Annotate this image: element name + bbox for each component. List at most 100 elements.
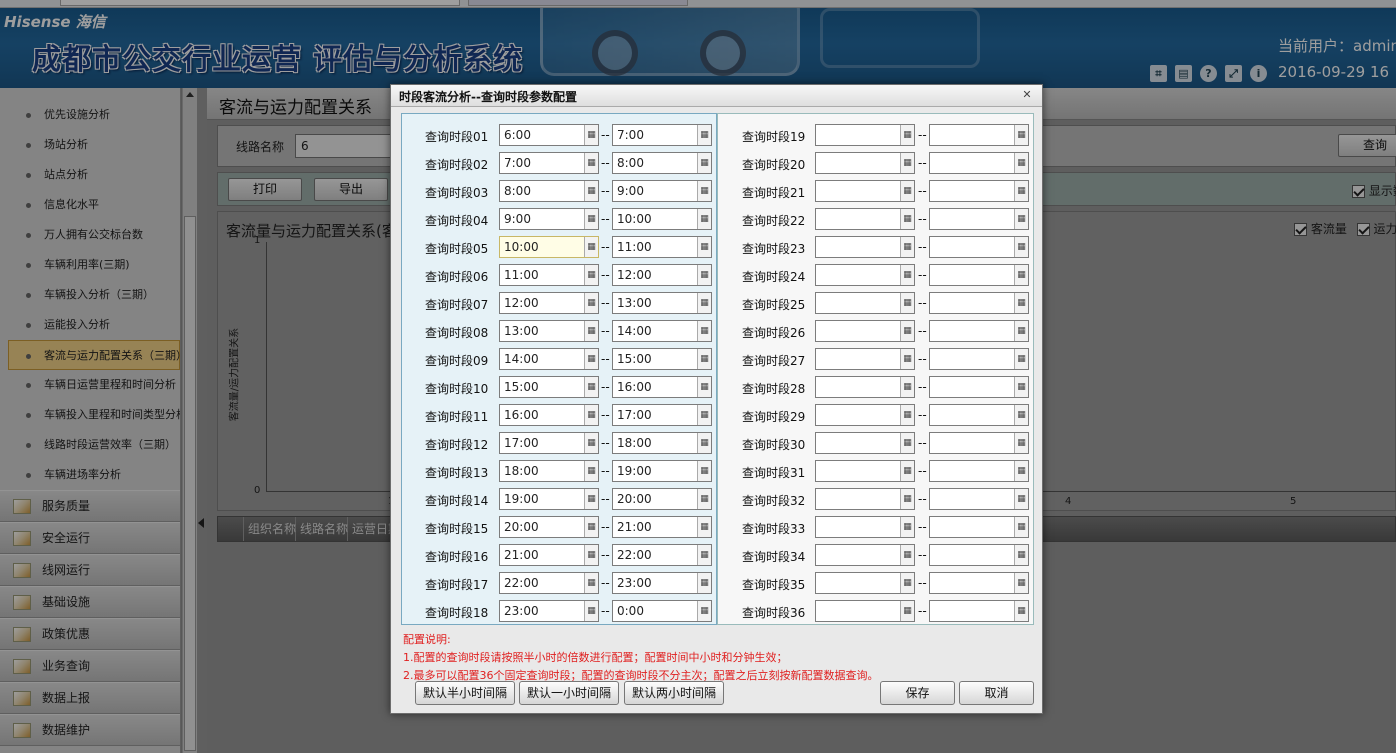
calendar-icon[interactable]: ▦ — [584, 181, 598, 201]
calendar-icon[interactable]: ▦ — [697, 601, 711, 621]
calendar-icon[interactable]: ▦ — [1014, 265, 1028, 285]
range-separator: -- — [601, 352, 610, 366]
calendar-icon[interactable]: ▦ — [1014, 545, 1028, 565]
close-icon[interactable]: ✕ — [1021, 89, 1033, 101]
calendar-icon[interactable]: ▦ — [900, 545, 914, 565]
calendar-icon[interactable]: ▦ — [900, 377, 914, 397]
calendar-icon[interactable]: ▦ — [1014, 209, 1028, 229]
calendar-icon[interactable]: ▦ — [584, 433, 598, 453]
calendar-icon[interactable]: ▦ — [1014, 293, 1028, 313]
calendar-icon[interactable]: ▦ — [584, 377, 598, 397]
period-label: 查询时段33 — [742, 522, 806, 536]
calendar-icon[interactable]: ▦ — [584, 517, 598, 537]
period-row: 查询时段23 ▦ ▦ -- — [718, 236, 1033, 258]
calendar-icon[interactable]: ▦ — [697, 265, 711, 285]
period-row: 查询时段06 11:00 ▦ 12:00 ▦ -- — [402, 264, 716, 286]
calendar-icon[interactable]: ▦ — [900, 433, 914, 453]
calendar-icon[interactable]: ▦ — [900, 517, 914, 537]
calendar-icon[interactable]: ▦ — [900, 349, 914, 369]
calendar-icon[interactable]: ▦ — [697, 517, 711, 537]
calendar-icon[interactable]: ▦ — [584, 265, 598, 285]
period-row: 查询时段01 6:00 ▦ 7:00 ▦ -- — [402, 124, 716, 146]
calendar-icon[interactable]: ▦ — [1014, 405, 1028, 425]
calendar-icon[interactable]: ▦ — [1014, 349, 1028, 369]
range-separator: -- — [918, 324, 927, 338]
calendar-icon[interactable]: ▦ — [697, 349, 711, 369]
calendar-icon[interactable]: ▦ — [1014, 321, 1028, 341]
calendar-icon[interactable]: ▦ — [697, 377, 711, 397]
calendar-icon[interactable]: ▦ — [900, 573, 914, 593]
calendar-icon[interactable]: ▦ — [697, 237, 711, 257]
calendar-icon[interactable]: ▦ — [584, 461, 598, 481]
calendar-icon[interactable]: ▦ — [584, 321, 598, 341]
calendar-icon[interactable]: ▦ — [1014, 461, 1028, 481]
dialog-titlebar[interactable]: 时段客流分析--查询时段参数配置 ✕ — [391, 85, 1042, 107]
calendar-icon[interactable]: ▦ — [697, 573, 711, 593]
calendar-icon[interactable]: ▦ — [697, 545, 711, 565]
calendar-icon[interactable]: ▦ — [697, 405, 711, 425]
period-row: 查询时段09 14:00 ▦ 15:00 ▦ -- — [402, 348, 716, 370]
calendar-icon[interactable]: ▦ — [584, 601, 598, 621]
range-separator: -- — [601, 380, 610, 394]
default-half-hour-button[interactable]: 默认半小时间隔 — [415, 681, 515, 705]
calendar-icon[interactable]: ▦ — [1014, 517, 1028, 537]
calendar-icon[interactable]: ▦ — [1014, 125, 1028, 145]
calendar-icon[interactable]: ▦ — [900, 461, 914, 481]
cancel-button[interactable]: 取消 — [959, 681, 1034, 705]
calendar-icon[interactable]: ▦ — [697, 433, 711, 453]
calendar-icon[interactable]: ▦ — [697, 293, 711, 313]
calendar-icon[interactable]: ▦ — [900, 209, 914, 229]
save-button[interactable]: 保存 — [880, 681, 955, 705]
period-label: 查询时段32 — [742, 494, 806, 508]
period-label: 查询时段31 — [742, 466, 806, 480]
calendar-icon[interactable]: ▦ — [900, 125, 914, 145]
calendar-icon[interactable]: ▦ — [1014, 377, 1028, 397]
calendar-icon[interactable]: ▦ — [900, 237, 914, 257]
calendar-icon[interactable]: ▦ — [584, 545, 598, 565]
calendar-icon[interactable]: ▦ — [584, 237, 598, 257]
period-row: 查询时段18 23:00 ▦ 0:00 ▦ -- — [402, 600, 716, 622]
note-line: 1.配置的查询时段请按照半小时的倍数进行配置；配置时间中小时和分钟生效； — [403, 651, 788, 664]
calendar-icon[interactable]: ▦ — [900, 181, 914, 201]
calendar-icon[interactable]: ▦ — [697, 461, 711, 481]
range-separator: -- — [918, 156, 927, 170]
calendar-icon[interactable]: ▦ — [584, 349, 598, 369]
calendar-icon[interactable]: ▦ — [1014, 153, 1028, 173]
range-separator: -- — [601, 324, 610, 338]
calendar-icon[interactable]: ▦ — [900, 265, 914, 285]
calendar-icon[interactable]: ▦ — [584, 153, 598, 173]
calendar-icon[interactable]: ▦ — [1014, 601, 1028, 621]
period-label: 查询时段11 — [425, 410, 489, 424]
calendar-icon[interactable]: ▦ — [1014, 489, 1028, 509]
calendar-icon[interactable]: ▦ — [584, 293, 598, 313]
period-row: 查询时段21 ▦ ▦ -- — [718, 180, 1033, 202]
calendar-icon[interactable]: ▦ — [900, 489, 914, 509]
calendar-icon[interactable]: ▦ — [1014, 237, 1028, 257]
period-row: 查询时段14 19:00 ▦ 20:00 ▦ -- — [402, 488, 716, 510]
calendar-icon[interactable]: ▦ — [900, 293, 914, 313]
default-one-hour-button[interactable]: 默认一小时间隔 — [519, 681, 619, 705]
calendar-icon[interactable]: ▦ — [1014, 181, 1028, 201]
calendar-icon[interactable]: ▦ — [900, 405, 914, 425]
period-label: 查询时段26 — [742, 326, 806, 340]
calendar-icon[interactable]: ▦ — [584, 405, 598, 425]
calendar-icon[interactable]: ▦ — [900, 153, 914, 173]
calendar-icon[interactable]: ▦ — [900, 601, 914, 621]
calendar-icon[interactable]: ▦ — [697, 321, 711, 341]
calendar-icon[interactable]: ▦ — [697, 125, 711, 145]
calendar-icon[interactable]: ▦ — [1014, 573, 1028, 593]
calendar-icon[interactable]: ▦ — [697, 181, 711, 201]
calendar-icon[interactable]: ▦ — [697, 153, 711, 173]
period-label: 查询时段23 — [742, 242, 806, 256]
calendar-icon[interactable]: ▦ — [584, 489, 598, 509]
calendar-icon[interactable]: ▦ — [697, 489, 711, 509]
calendar-icon[interactable]: ▦ — [584, 573, 598, 593]
period-label: 查询时段04 — [425, 214, 489, 228]
calendar-icon[interactable]: ▦ — [584, 125, 598, 145]
default-two-hour-button[interactable]: 默认两小时间隔 — [624, 681, 724, 705]
calendar-icon[interactable]: ▦ — [697, 209, 711, 229]
period-label: 查询时段17 — [425, 578, 489, 592]
calendar-icon[interactable]: ▦ — [1014, 433, 1028, 453]
calendar-icon[interactable]: ▦ — [584, 209, 598, 229]
calendar-icon[interactable]: ▦ — [900, 321, 914, 341]
